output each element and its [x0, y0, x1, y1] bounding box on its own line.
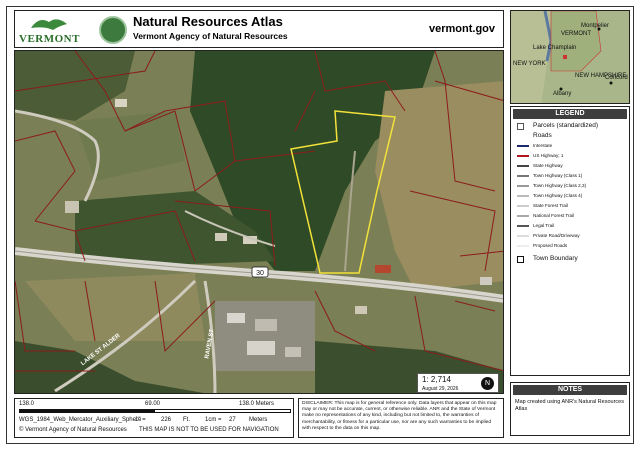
- route-shield-text: 30: [256, 270, 264, 277]
- road-swatch-icon: [517, 205, 529, 207]
- legend-road-label: Private Road/Driveway: [533, 233, 580, 238]
- scale-right-label: 138.0 Meters: [239, 401, 275, 407]
- parcel-swatch-icon: [517, 123, 524, 130]
- legend-road-item: Town Highway (Class 4): [511, 191, 629, 201]
- developed-area: [215, 301, 315, 371]
- page-subtitle: Vermont Agency of Natural Resources: [133, 31, 288, 41]
- legend-road-item: National Forest Trail: [511, 211, 629, 221]
- legend-road-item: State Forest Trail: [511, 201, 629, 211]
- scale-panel: 138.0 69.00 138.0 Meters WGS_1984_Web_Me…: [14, 398, 294, 438]
- notes-text: Map created using ANR's Natural Resource…: [515, 399, 624, 412]
- road-swatch-icon: [517, 195, 529, 197]
- legend-road-item: Town Highway (Class 2,3): [511, 181, 629, 191]
- route-30-shield: 30: [251, 266, 269, 278]
- cm-scale-unit: Meters: [249, 417, 268, 423]
- legend-road-item: US Highway; 1: [511, 151, 629, 161]
- aerial-map[interactable]: 30 LAKE ST ALDER RAVEN ST 1: 2,714 Augus…: [14, 50, 504, 394]
- north-arrow-icon: N: [481, 377, 494, 390]
- legend-road-list: Interstate US Highway; 1 State Highway Town…: [511, 141, 629, 251]
- legend-road-label: State Forest Trail: [533, 203, 568, 208]
- legend-parcels: Parcels (standardized): [511, 121, 629, 131]
- legend-road-item: Interstate: [511, 141, 629, 151]
- inset-map[interactable]: VERMONT Lake Champlain Montpelier NEW YO…: [510, 10, 630, 104]
- inset-label: Lake Champlain: [533, 45, 577, 51]
- inset-label: Concord: [605, 75, 628, 81]
- legend-road-label: Town Highway (Class 4): [533, 193, 583, 198]
- legend-road-label: Proposed Roads: [533, 243, 568, 248]
- legend-road-label: Legal Trail: [533, 223, 555, 228]
- scale-mid-label: 69.00: [145, 401, 161, 407]
- notes-panel: NOTES Map created using ANR's Natural Re…: [510, 382, 630, 436]
- legend-road-item: Proposed Roads: [511, 241, 629, 251]
- legend-road-label: National Forest Trail: [533, 213, 575, 218]
- scale-ratio: 1: 2,714: [422, 375, 451, 384]
- legend-road-item: Legal Trail: [511, 221, 629, 231]
- legend-road-label: US Highway; 1: [533, 153, 564, 158]
- legend-panel: LEGEND Parcels (standardized) Roads Inte…: [510, 106, 630, 376]
- page-title: Natural Resources Atlas: [133, 14, 283, 29]
- disclaimer: DISCLAIMER: This map is for general refe…: [298, 398, 504, 438]
- road-swatch-icon: [517, 215, 529, 217]
- header: VERMONT Natural Resources Atlas Vermont …: [14, 10, 504, 48]
- legend-road-item: Private Road/Driveway: [511, 231, 629, 241]
- road-swatch-icon: [517, 235, 529, 237]
- legend-roads-heading: Roads: [533, 132, 552, 139]
- road-swatch-icon: [517, 165, 529, 167]
- map-date: August 29, 2026: [422, 386, 459, 392]
- inch-scale-value: 226: [161, 417, 172, 423]
- vermont-logo: VERMONT: [19, 14, 79, 46]
- legend-town-boundary: Town Boundary: [511, 254, 629, 264]
- navigation-warning: THIS MAP IS NOT TO BE USED FOR NAVIGATIO…: [139, 427, 279, 433]
- anr-logo-icon: [99, 16, 127, 44]
- cm-scale-label: 1cm =: [205, 417, 222, 423]
- notes-title: NOTES: [513, 385, 627, 395]
- inset-label: Albany: [553, 91, 572, 97]
- road-swatch-icon: [517, 225, 529, 227]
- inch-scale-label: 1" =: [135, 417, 146, 423]
- inch-scale-unit: Ft.: [183, 417, 190, 423]
- road-swatch-icon: [517, 185, 529, 187]
- road-swatch-icon: [517, 175, 529, 177]
- legend-road-label: State Highway: [533, 163, 563, 168]
- legend-road-label: Interstate: [533, 143, 553, 148]
- legend-road-label: Town Highway (Class 2,3): [533, 183, 587, 188]
- aerial-imagery: 30: [15, 51, 503, 393]
- vermont-logo-word: VERMONT: [19, 33, 80, 45]
- inset-label: NEW YORK: [513, 61, 546, 67]
- road-swatch-icon: [517, 145, 529, 147]
- inset-label: Montpelier: [581, 23, 610, 29]
- projection-text: WGS_1984_Web_Mercator_Auxiliary_Sphere: [19, 417, 142, 423]
- site-link[interactable]: vermont.gov: [429, 23, 495, 35]
- copyright: © Vermont Agency of Natural Resources: [19, 427, 127, 433]
- scale-info-box: 1: 2,714 August 29, 2026 N: [417, 373, 499, 393]
- legend-road-label: Town Highway (Class 1): [533, 173, 583, 178]
- road-swatch-icon: [517, 245, 529, 247]
- cm-scale-value: 27: [229, 417, 236, 423]
- legend-road-item: State Highway: [511, 161, 629, 171]
- vermont-leaf-icon: [31, 19, 67, 30]
- scale-left-label: 138.0: [19, 401, 35, 407]
- scale-bar: [19, 409, 291, 413]
- road-swatch-icon: [517, 155, 529, 157]
- legend-title: LEGEND: [513, 109, 627, 119]
- legend-road-item: Town Highway (Class 1): [511, 171, 629, 181]
- inset-label: VERMONT: [561, 31, 591, 37]
- town-boundary-swatch-icon: [517, 256, 524, 263]
